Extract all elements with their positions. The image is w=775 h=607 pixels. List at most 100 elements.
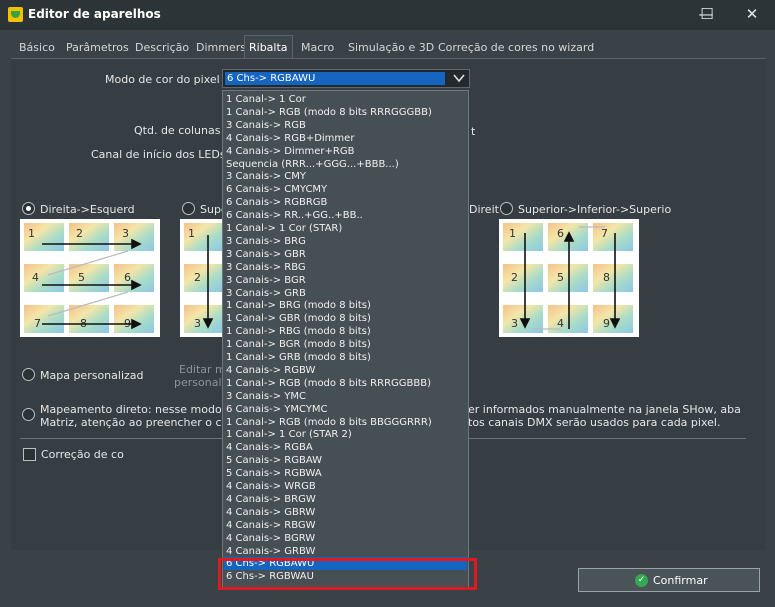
window-title: Editor de aparelhos bbox=[28, 7, 161, 21]
dropdown-option[interactable]: 3 Canais-> CMY bbox=[226, 170, 306, 183]
dropdown-option[interactable]: 4 Canais-> GRBW bbox=[226, 545, 315, 558]
tab-descricao[interactable]: Descrição bbox=[131, 37, 193, 59]
color-mode-label: Modo de cor do pixel bbox=[105, 73, 220, 86]
direct-mapping-text-line2-right: tos canais DMX serão usados para cada pi… bbox=[468, 416, 721, 429]
color-correction-label: Correção de co bbox=[41, 448, 124, 461]
dropdown-option[interactable]: 1 Canal-> 1 Cor (STAR 2) bbox=[226, 428, 352, 441]
partial-label-right: t bbox=[471, 125, 476, 138]
custom-map-radio[interactable] bbox=[22, 368, 35, 381]
dropdown-option[interactable]: 4 Canais-> RBGW bbox=[226, 519, 316, 532]
d1-num-4: 4 bbox=[32, 271, 39, 284]
app-logo-icon bbox=[8, 7, 23, 22]
color-correction-checkbox[interactable] bbox=[23, 448, 36, 461]
close-button[interactable]: ✕ bbox=[738, 4, 766, 24]
start-channel-label: Canal de início dos LEDs bbox=[91, 148, 226, 161]
direct-mapping-radio[interactable] bbox=[22, 408, 35, 421]
dropdown-option[interactable]: 3 Canais-> YMC bbox=[226, 390, 306, 403]
d4-num-9: 9 bbox=[603, 317, 610, 330]
tab-ribalta[interactable]: Ribalta bbox=[244, 35, 293, 59]
dropdown-option[interactable]: 1 Canal-> RGB (modo 8 bits RRRGGBBB) bbox=[226, 377, 431, 390]
close-icon: ✕ bbox=[745, 5, 759, 23]
dropdown-option[interactable]: Sequencia (RRR...+GGG...+BBB...) bbox=[226, 158, 399, 171]
maximize-button[interactable]: ☐ bbox=[693, 4, 721, 24]
orientation-radio-2[interactable] bbox=[182, 202, 195, 215]
d4-num-5: 5 bbox=[557, 271, 564, 284]
d1-num-1: 1 bbox=[28, 227, 35, 240]
dropdown-option[interactable]: 3 Canais-> GBR bbox=[226, 248, 306, 261]
dropdown-option[interactable]: 3 Canais-> GRB bbox=[226, 287, 306, 300]
dropdown-option[interactable]: 1 Canal-> RBG (modo 8 bits) bbox=[226, 325, 371, 338]
dropdown-option[interactable]: 6 Canais-> CMYCMY bbox=[226, 183, 327, 196]
dropdown-option[interactable]: 1 Canal-> RGB (modo 8 bits BBGGGRRR) bbox=[226, 416, 432, 429]
diagram-direita-esquerda[interactable]: 1 2 3 4 5 6 7 8 9 bbox=[20, 219, 160, 337]
selection-highlight-frame bbox=[218, 558, 477, 590]
dropdown-option[interactable]: 1 Canal-> 1 Cor (STAR) bbox=[226, 222, 342, 235]
d1-num-5: 5 bbox=[78, 271, 85, 284]
orientation-label-3: Direit bbox=[469, 203, 499, 216]
dropdown-option[interactable]: 1 Canal-> RGB (modo 8 bits RRRGGGBB) bbox=[226, 106, 432, 119]
dropdown-option[interactable]: 5 Canais-> RGBAW bbox=[226, 454, 322, 467]
dropdown-option[interactable]: 1 Canal-> GBR (modo 8 bits) bbox=[226, 312, 371, 325]
confirm-label: Confirmar bbox=[653, 574, 708, 587]
dropdown-option[interactable]: 4 Canais-> RGBA bbox=[226, 441, 313, 454]
orientation-radio-4[interactable] bbox=[500, 202, 513, 215]
dropdown-option[interactable]: 3 Canais-> BGR bbox=[226, 274, 306, 287]
tab-simulacao-3d[interactable]: Simulação e 3D bbox=[344, 37, 438, 59]
d4-num-4: 4 bbox=[557, 317, 564, 330]
direct-mapping-text-line1-right: er informados manualmente na janela SHow… bbox=[468, 403, 741, 416]
d1-num-2: 2 bbox=[76, 227, 83, 240]
d4-num-2: 2 bbox=[511, 271, 518, 284]
d2-num-3: 3 bbox=[194, 317, 201, 330]
tab-correcao-cores-wizard[interactable]: Correção de cores no wizard bbox=[434, 37, 598, 59]
dropdown-option[interactable]: 4 Canais-> RGB+Dimmer bbox=[226, 132, 354, 145]
d1-num-6: 6 bbox=[124, 271, 131, 284]
color-mode-value: 6 Chs-> RGBAWU bbox=[225, 72, 445, 85]
chevron-down-icon bbox=[453, 71, 465, 88]
edit-map-link-line2[interactable]: personali bbox=[174, 376, 225, 389]
d4-num-8: 8 bbox=[603, 271, 610, 284]
tab-parametros[interactable]: Parâmetros bbox=[62, 37, 133, 59]
dropdown-option[interactable]: 5 Canais-> RGBWA bbox=[226, 467, 322, 480]
dropdown-option[interactable]: 4 Canais-> BGRW bbox=[226, 532, 315, 545]
dropdown-option[interactable]: 4 Canais-> GBRW bbox=[226, 506, 315, 519]
title-bar: Editor de aparelhos — ☐ ✕ bbox=[0, 0, 775, 30]
custom-map-label: Mapa personalizad bbox=[40, 369, 144, 382]
d2-num-2: 2 bbox=[194, 271, 201, 284]
direct-mapping-text-line2-left: Matriz, atenção ao preencher o cam bbox=[40, 416, 239, 429]
dropdown-option[interactable]: 4 Canais-> WRGB bbox=[226, 480, 316, 493]
dropdown-option[interactable]: 6 Canais-> YMCYMC bbox=[226, 403, 328, 416]
d4-num-6: 6 bbox=[557, 227, 564, 240]
d4-num-3: 3 bbox=[511, 317, 518, 330]
dropdown-option[interactable]: 1 Canal-> BGR (modo 8 bits) bbox=[226, 338, 371, 351]
confirm-button[interactable]: ✓ Confirmar bbox=[578, 568, 760, 592]
dropdown-option[interactable]: 1 Canal-> BRG (modo 8 bits) bbox=[226, 299, 371, 312]
columns-label: Qtd. de colunas bbox=[134, 124, 221, 137]
dropdown-option[interactable]: 3 Canais-> RBG bbox=[226, 261, 306, 274]
edit-map-link-line1[interactable]: Editar m bbox=[179, 363, 226, 376]
maximize-icon: ☐ bbox=[700, 5, 714, 23]
d4-num-7: 7 bbox=[601, 227, 608, 240]
dropdown-option[interactable]: 4 Canais-> Dimmer+RGB bbox=[226, 145, 354, 158]
dropdown-option[interactable]: 6 Canais-> RR..+GG..+BB.. bbox=[226, 209, 363, 222]
orientation-label-1: Direita->Esquerd bbox=[40, 203, 135, 216]
dropdown-option[interactable]: 4 Canais-> RGBW bbox=[226, 364, 315, 377]
d1-num-3: 3 bbox=[122, 227, 129, 240]
color-mode-select[interactable]: 6 Chs-> RGBAWU bbox=[222, 69, 470, 88]
color-mode-dropdown-list[interactable]: 1 Canal-> 1 Cor 1 Canal-> RGB (modo 8 bit… bbox=[222, 90, 469, 588]
tab-basico[interactable]: Básico bbox=[15, 37, 59, 59]
dropdown-option[interactable]: 3 Canais-> RGB bbox=[226, 119, 306, 132]
dropdown-option[interactable]: 6 Canais-> RGBRGB bbox=[226, 196, 327, 209]
diagram-superior-inferior-superior[interactable]: 1 6 7 2 5 8 3 4 9 bbox=[499, 219, 639, 337]
dropdown-option[interactable]: 1 Canal-> GRB (modo 8 bits) bbox=[226, 351, 371, 364]
orientation-radio-1[interactable] bbox=[22, 202, 35, 215]
dropdown-option[interactable]: 4 Canais-> BRGW bbox=[226, 493, 316, 506]
direct-mapping-text-line1-left: Mapeamento direto: nesse modo o bbox=[40, 403, 232, 416]
d2-num-1: 1 bbox=[188, 227, 195, 240]
tab-macro[interactable]: Macro bbox=[297, 37, 338, 59]
orientation-label-4: Superior->Inferior->Superio bbox=[518, 203, 672, 216]
dropdown-option[interactable]: 1 Canal-> 1 Cor bbox=[226, 93, 306, 106]
d1-num-7: 7 bbox=[34, 317, 41, 330]
d4-num-1: 1 bbox=[509, 227, 516, 240]
tab-dimmers[interactable]: Dimmers bbox=[192, 37, 250, 59]
dropdown-option[interactable]: 3 Canais-> BRG bbox=[226, 235, 306, 248]
